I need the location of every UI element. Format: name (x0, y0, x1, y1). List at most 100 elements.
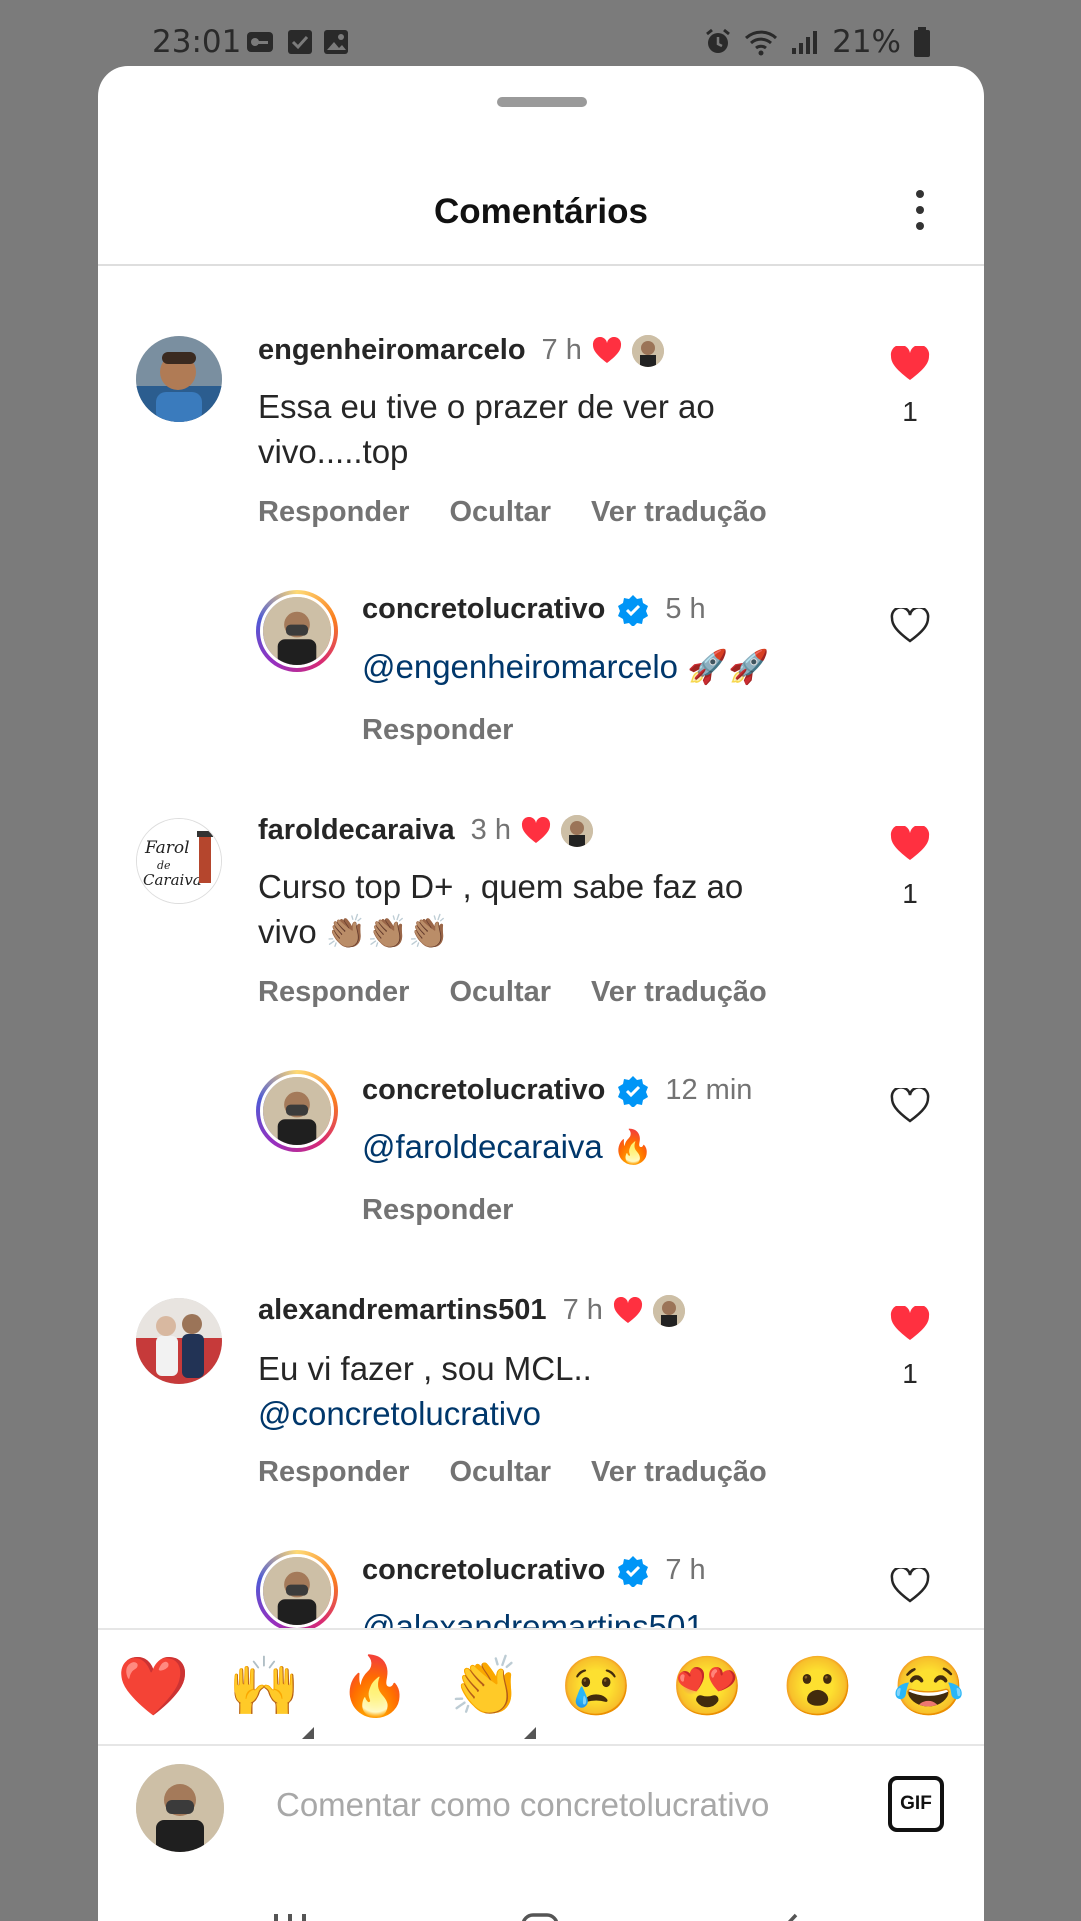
gif-button[interactable]: GIF (888, 1776, 944, 1832)
comment-text-line: vivo 👏🏽👏🏽👏🏽 (258, 913, 450, 950)
like-count: 1 (902, 396, 918, 427)
timestamp: 5 h (665, 593, 706, 625)
comment-text-line: Curso top D+ , quem sabe faz ao (258, 868, 744, 905)
reply-button[interactable]: Responder (362, 1194, 513, 1227)
verified-badge-icon (618, 594, 649, 626)
avatar-story-ring[interactable] (256, 1070, 338, 1152)
timestamp: 7 h (541, 334, 582, 366)
timestamp: 7 h (562, 1294, 603, 1326)
drag-handle[interactable] (497, 97, 587, 107)
mention-link[interactable]: @faroldecaraiva (362, 1128, 603, 1165)
reply-text: @alexandremartins501 (362, 1604, 842, 1628)
back-icon[interactable] (774, 1912, 804, 1921)
emoji-surprised-button[interactable]: 😮 (778, 1653, 858, 1721)
reply-button[interactable]: Responder (258, 496, 409, 529)
mention-link[interactable]: @engenheiromarcelo (362, 648, 678, 685)
reply-button[interactable]: Responder (362, 714, 513, 747)
comments-list[interactable]: engenheiromarcelo 7 h Essa eu tive o pra… (98, 266, 984, 1628)
emoji-heart-eyes-button[interactable]: 😍 (667, 1653, 747, 1721)
more-options-icon[interactable] (908, 190, 932, 234)
translate-button[interactable]: Ver tradução (591, 496, 767, 529)
reply-button[interactable]: Responder (258, 976, 409, 1009)
emoji-crying-button[interactable]: 😢 (556, 1653, 636, 1721)
like-count: 1 (902, 1358, 918, 1389)
avatar[interactable]: Farol de Caraiva (136, 818, 222, 904)
checkbox-icon (288, 30, 312, 54)
like-heart-filled-icon[interactable] (890, 826, 930, 862)
emoji-heart-button[interactable]: ❤️ (113, 1653, 193, 1721)
comment-text: Curso top D+ , quem sabe faz ao vivo 👏🏽👏… (258, 864, 818, 954)
comment-text-line: Eu vi fazer , sou MCL.. (258, 1350, 592, 1387)
username[interactable]: faroldecaraiva (258, 814, 455, 847)
hide-button[interactable]: Ocultar (449, 976, 551, 1009)
verified-badge-icon (618, 1075, 649, 1107)
reply-text: @faroldecaraiva 🔥 (362, 1124, 842, 1169)
alarm-icon (706, 28, 731, 53)
avatar-story-ring[interactable] (256, 1550, 338, 1628)
reply-text: @engenheiromarcelo 🚀🚀 (362, 644, 842, 689)
emoji-laughing-button[interactable]: 😂 (889, 1653, 969, 1721)
hide-button[interactable]: Ocultar (449, 1456, 551, 1489)
mention-link[interactable]: @alexandremartins501 (362, 1608, 704, 1628)
comment-text: Eu vi fazer , sou MCL.. @concretolucrati… (258, 1346, 818, 1436)
mention-link[interactable]: @concretolucrativo (258, 1391, 818, 1436)
recent-apps-icon[interactable] (270, 1912, 310, 1921)
image-icon (324, 30, 348, 54)
sheet-title: Comentários (434, 192, 648, 231)
avatar[interactable] (136, 336, 222, 422)
svg-text:Caraiva: Caraiva (143, 871, 202, 889)
vpn-key-icon (247, 32, 273, 52)
skin-tone-indicator-icon (302, 1727, 315, 1739)
comment-emoji: 👏🏽👏🏽👏🏽 (325, 913, 450, 950)
comment-composer: Comentar como concretolucrativo GIF (98, 1746, 984, 1874)
author-avatar-mini (561, 814, 593, 847)
username[interactable]: concretolucrativo (362, 1554, 605, 1587)
liked-by-author-heart-icon (613, 1296, 642, 1323)
reply-actions: Responder (362, 1194, 513, 1227)
battery-percent: 21% (832, 24, 901, 60)
timestamp: 12 min (665, 1074, 753, 1106)
username[interactable]: alexandremartins501 (258, 1294, 547, 1327)
username[interactable]: engenheiromarcelo (258, 334, 526, 367)
comment-meta: engenheiromarcelo 7 h (258, 334, 664, 367)
comment-actions: Responder Ocultar Ver tradução (258, 1456, 767, 1489)
emoji-raising-hands-button[interactable]: 🙌 (224, 1653, 315, 1739)
comments-sheet: Comentários engenheiromarcelo 7 h Essa e… (98, 66, 984, 1921)
home-icon[interactable] (520, 1912, 560, 1921)
author-avatar-mini (652, 1294, 685, 1327)
comment-actions: Responder Ocultar Ver tradução (258, 976, 767, 1009)
emoji-quick-bar: ❤️ 🙌 🔥 👏 😢 😍 😮 😂 (98, 1628, 984, 1746)
author-avatar-mini (631, 334, 664, 367)
translate-button[interactable]: Ver tradução (591, 976, 767, 1009)
avatar[interactable] (136, 1298, 222, 1384)
avatar-story-ring[interactable] (256, 590, 338, 672)
like-heart-filled-icon[interactable] (890, 346, 930, 382)
signal-icon (792, 31, 818, 54)
android-nav-bar (98, 1874, 984, 1921)
like-heart-filled-icon[interactable] (890, 1306, 930, 1342)
reply-button[interactable]: Responder (258, 1456, 409, 1489)
clock: 23:01 (152, 24, 242, 60)
reply-emoji: 🚀🚀 (687, 648, 770, 685)
reply-actions: Responder (362, 714, 513, 747)
reply-emoji: 🔥 (611, 1128, 654, 1165)
username[interactable]: concretolucrativo (362, 593, 605, 626)
reply-meta: concretolucrativo 5 h (362, 593, 706, 626)
status-right: 21% (704, 24, 931, 60)
comment-input[interactable]: Comentar como concretolucrativo (276, 1786, 769, 1824)
reply-meta: concretolucrativo 7 h (362, 1554, 706, 1587)
skin-tone-indicator-icon (523, 1727, 536, 1739)
like-heart-outline-icon[interactable] (890, 1088, 930, 1124)
translate-button[interactable]: Ver tradução (591, 1456, 767, 1489)
current-user-avatar (136, 1764, 224, 1852)
like-heart-outline-icon[interactable] (890, 1568, 930, 1604)
comment-text: Essa eu tive o prazer de ver ao vivo....… (258, 388, 715, 470)
emoji-clap-button[interactable]: 👏 (446, 1653, 536, 1739)
username[interactable]: concretolucrativo (362, 1074, 605, 1107)
emoji-fire-button[interactable]: 🔥 (335, 1653, 415, 1721)
hide-button[interactable]: Ocultar (449, 496, 551, 529)
comment-meta: faroldecaraiva 3 h (258, 814, 593, 847)
battery-icon (914, 27, 930, 57)
like-heart-outline-icon[interactable] (890, 608, 930, 644)
reply-meta: concretolucrativo 12 min (362, 1074, 752, 1107)
